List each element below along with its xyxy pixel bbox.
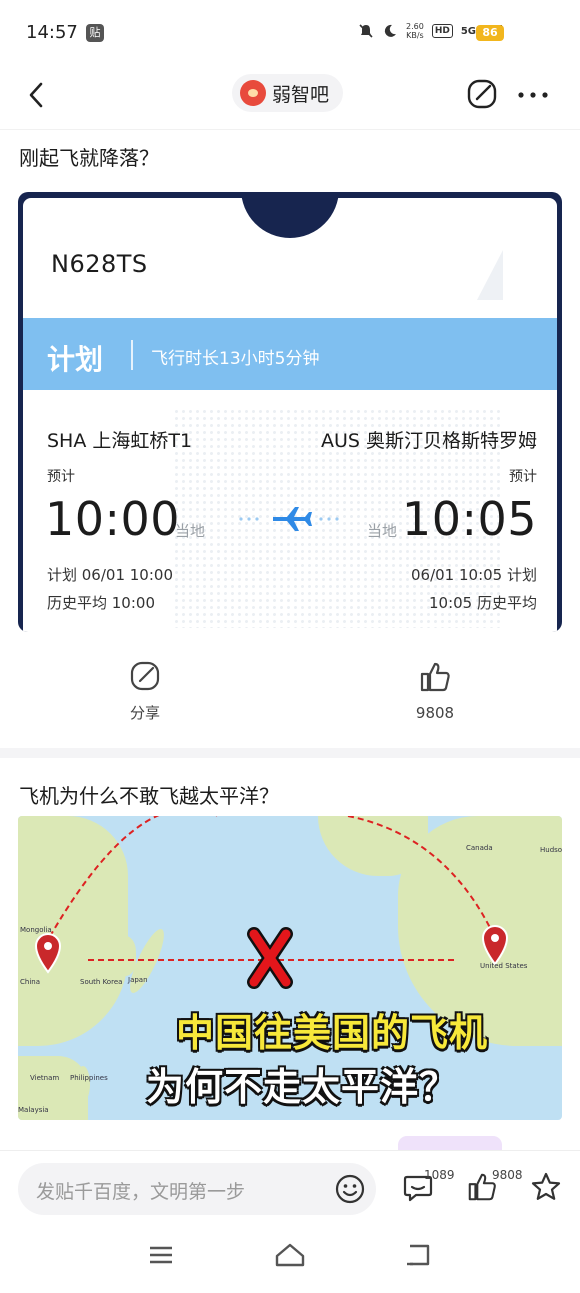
post-title[interactable]: 飞机为什么不敢飞越太平洋？ <box>19 780 279 809</box>
battery-icon: 86 <box>476 25 504 41</box>
system-nav-bar <box>0 1228 580 1293</box>
map-label-canada: Canada <box>466 844 493 852</box>
departure-est-label: 预计 <box>47 469 75 485</box>
back-icon[interactable] <box>22 80 52 110</box>
status-time: 14:57 <box>26 22 78 43</box>
hd-icon: HD <box>431 24 453 38</box>
origin-pin-icon <box>34 933 62 974</box>
network-label: 5G <box>460 25 476 37</box>
share-button[interactable]: 分享 <box>100 660 190 723</box>
home-icon[interactable] <box>274 1242 306 1268</box>
top-header: 弱智吧 <box>0 66 580 128</box>
flight-duration: 飞行时长13小时5分钟 <box>151 349 320 369</box>
flight-card-image[interactable]: N628TS 计划 飞行时长13小时5分钟 SHA 上海虹桥T1 AUS 奥斯汀… <box>18 192 562 632</box>
forum-chip[interactable]: 弱智吧 <box>232 74 344 112</box>
share-label: 分享 <box>129 704 160 722</box>
departure-history: 历史平均 10:00 <box>47 594 155 612</box>
emoji-icon[interactable] <box>334 1173 366 1205</box>
airplane-icon <box>239 507 339 531</box>
more-icon[interactable] <box>517 91 549 99</box>
map-subheadline: 为何不走太平洋？ <box>146 1065 459 1109</box>
card-notch <box>241 198 339 238</box>
flight-registration: N628TS <box>51 250 148 278</box>
map-label-vietnam: Vietnam <box>30 1074 60 1082</box>
x-mark-icon <box>247 927 293 989</box>
like-count: 9808 <box>492 1168 523 1182</box>
departure-airport: SHA 上海虹桥T1 <box>47 430 193 452</box>
map-label-usa: United States <box>480 962 528 970</box>
map-label-hudson: Hudson <box>540 846 562 854</box>
map-label-philippines: Philippines <box>70 1074 108 1082</box>
map-headline: 中国往美国的飞机 <box>176 1011 489 1055</box>
star-icon[interactable] <box>530 1171 562 1203</box>
map-label-china: China <box>20 978 40 986</box>
map-label-mongolia: Mongolia <box>20 926 52 934</box>
plan-separator <box>131 340 133 370</box>
plan-bar: 计划 飞行时长13小时5分钟 <box>23 318 557 390</box>
pacific-map-image[interactable]: Mongolia China South Korea Japan Vietnam… <box>18 816 562 1120</box>
forum-name: 弱智吧 <box>272 83 330 106</box>
forum-avatar <box>240 80 266 106</box>
arrival-local-label: 当地 <box>367 522 398 540</box>
mute-icon <box>359 24 373 38</box>
arrival-time: 10:05 <box>401 492 537 546</box>
share-icon[interactable] <box>466 78 498 110</box>
reply-input[interactable]: 发贴千百度，文明第一步 <box>18 1163 376 1215</box>
map-label-japan: Japan <box>128 976 148 984</box>
status-bar: 14:57 贴 2.60 KB/s HD 5G 86 <box>0 0 580 66</box>
destination-pin-icon <box>481 925 509 966</box>
tail-fin-icon <box>477 250 503 300</box>
arrival-airport: AUS 奥斯汀贝格斯特罗姆 <box>320 430 537 452</box>
reply-input-placeholder: 发贴千百度，文明第一步 <box>36 1181 246 1203</box>
back-nav-icon[interactable] <box>404 1242 432 1268</box>
menu-icon[interactable] <box>148 1242 174 1268</box>
comment-count: 1089 <box>424 1168 455 1182</box>
like-count: 9808 <box>415 704 455 722</box>
arrival-planned: 06/01 10:05 计划 <box>411 566 537 584</box>
departure-local-label: 当地 <box>175 522 206 540</box>
moon-icon <box>384 24 396 37</box>
post-title[interactable]: 刚起飞就降落？ <box>19 142 159 171</box>
net-speed: 2.60 KB/s <box>406 22 424 40</box>
bottom-action-bar: 发贴千百度，文明第一步 1089 9808 <box>0 1150 580 1228</box>
header-divider <box>0 129 580 130</box>
flight-card-body: N628TS 计划 飞行时长13小时5分钟 SHA 上海虹桥T1 AUS 奥斯汀… <box>23 198 557 632</box>
departure-planned: 计划 06/01 10:00 <box>47 566 173 584</box>
departure-time: 10:00 <box>45 492 181 546</box>
share-icon <box>130 661 160 691</box>
app-badge: 贴 <box>86 24 104 42</box>
post-divider <box>0 748 580 758</box>
arrival-history: 10:05 历史平均 <box>429 594 537 612</box>
plan-label: 计划 <box>47 343 104 376</box>
map-label-malaysia: Malaysia <box>18 1106 49 1114</box>
post-actions: 分享 9808 <box>0 660 580 730</box>
like-button[interactable]: 9808 <box>390 660 480 722</box>
map-label-south-korea: South Korea <box>80 978 123 986</box>
thumbs-up-icon <box>420 662 450 692</box>
arrival-est-label: 预计 <box>509 469 537 485</box>
